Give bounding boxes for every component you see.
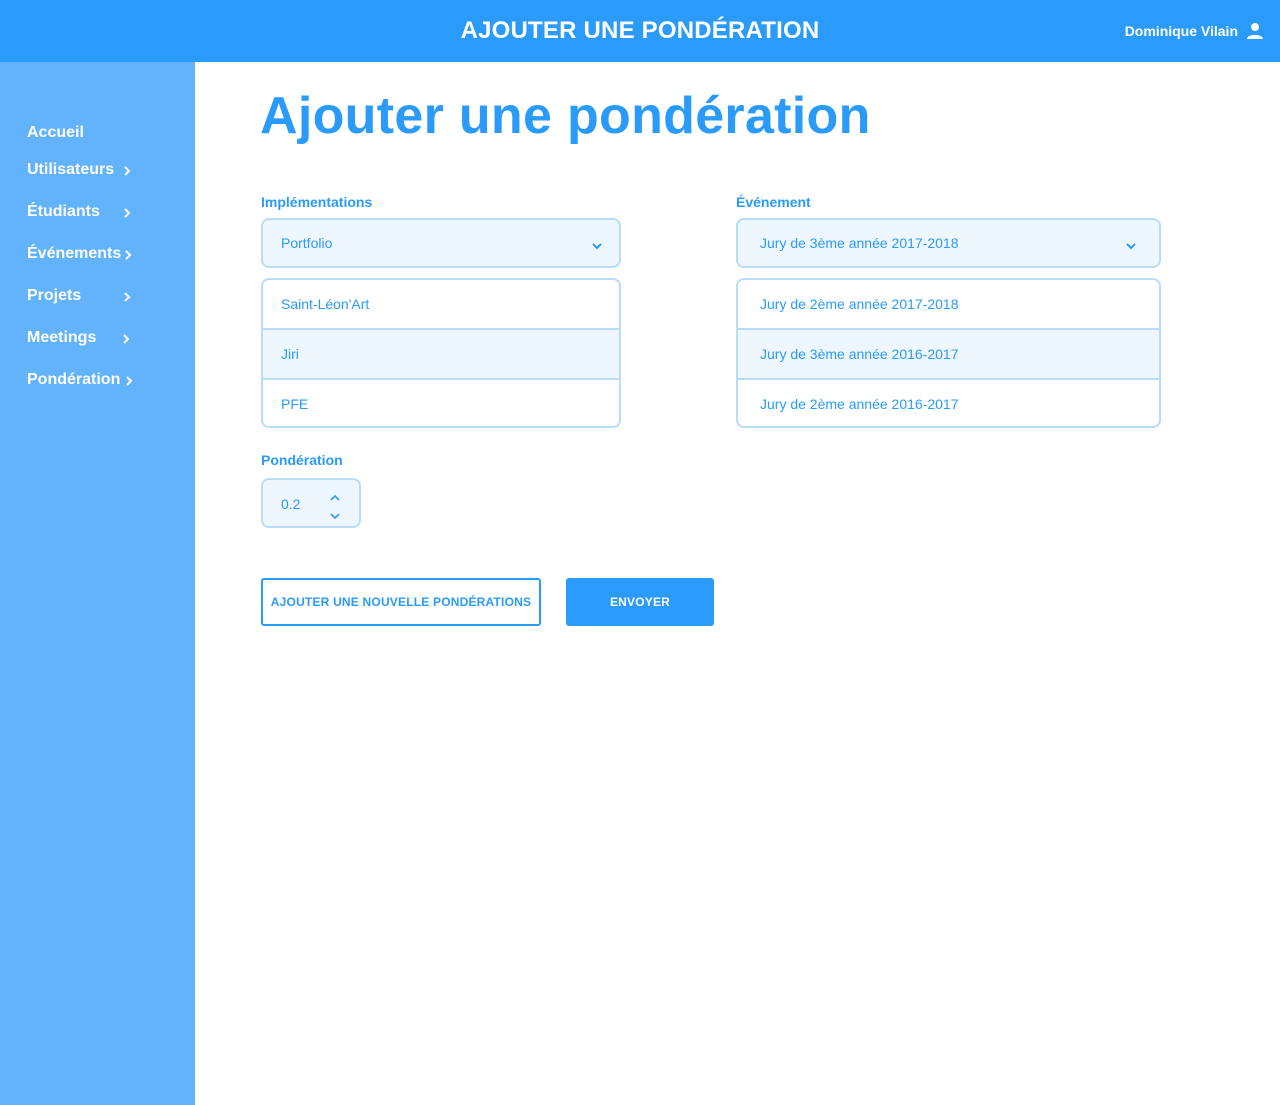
- evenement-option[interactable]: Jury de 3ème année 2016-2017: [738, 328, 1159, 378]
- sidebar-item-label: Projets: [27, 287, 82, 304]
- sidebar-item-label: Événements: [27, 245, 122, 262]
- chevron-right-icon: [122, 206, 132, 218]
- implementations-select[interactable]: Portfolio: [261, 218, 621, 268]
- top-bar: AJOUTER UNE PONDÉRATION Dominique Vilain: [0, 0, 1280, 62]
- submit-button[interactable]: ENVOYER: [566, 578, 714, 626]
- implementations-options-list: Saint-Léon'Art Jiri PFE: [261, 278, 621, 428]
- implementations-selected-value: Portfolio: [281, 235, 333, 251]
- implementations-option[interactable]: PFE: [263, 378, 619, 426]
- ponderation-value: 0.2: [281, 496, 301, 512]
- evenement-selected-value: Jury de 3ème année 2017-2018: [760, 235, 959, 251]
- evenement-options-list: Jury de 2ème année 2017-2018 Jury de 3èm…: [736, 278, 1161, 428]
- chevron-down-icon[interactable]: [329, 508, 341, 520]
- evenement-option[interactable]: Jury de 2ème année 2017-2018: [738, 280, 1159, 328]
- evenement-label: Événement: [736, 194, 811, 210]
- sidebar-item-label: Utilisateurs: [27, 161, 115, 178]
- app-title: AJOUTER UNE PONDÉRATION: [460, 17, 820, 44]
- add-new-ponderation-button[interactable]: AJOUTER UNE NOUVELLE PONDÉRATIONS: [261, 578, 541, 626]
- chevron-right-icon: [124, 374, 134, 386]
- chevron-right-icon: [121, 332, 131, 344]
- implementations-label: Implémentations: [261, 194, 373, 210]
- sidebar-item-label: Accueil: [27, 124, 84, 141]
- chevron-right-icon: [123, 248, 133, 260]
- sidebar-item-evenements[interactable]: Événements: [27, 245, 133, 263]
- sidebar-item-label: Meetings: [27, 329, 97, 346]
- sidebar-item-accueil[interactable]: Accueil: [27, 124, 84, 142]
- user-icon: [1246, 22, 1264, 40]
- user-name: Dominique Vilain: [1124, 23, 1238, 39]
- implementations-option[interactable]: Jiri: [263, 328, 619, 378]
- chevron-right-icon: [122, 290, 132, 302]
- evenement-select[interactable]: Jury de 3ème année 2017-2018: [736, 218, 1161, 268]
- evenement-option[interactable]: Jury de 2ème année 2016-2017: [738, 378, 1159, 426]
- sidebar-item-etudiants[interactable]: Étudiants: [27, 203, 132, 221]
- chevron-down-icon: [591, 238, 603, 250]
- chevron-up-icon[interactable]: [329, 490, 341, 501]
- sidebar-item-utilisateurs[interactable]: Utilisateurs: [27, 161, 132, 179]
- chevron-down-icon: [1125, 238, 1137, 250]
- ponderation-label: Pondération: [261, 452, 343, 468]
- sidebar-item-label: Pondération: [27, 371, 121, 388]
- implementations-option[interactable]: Saint-Léon'Art: [263, 280, 619, 328]
- sidebar-item-ponderation[interactable]: Pondération: [27, 371, 134, 389]
- sidebar-item-label: Étudiants: [27, 203, 100, 220]
- sidebar-item-meetings[interactable]: Meetings: [27, 329, 131, 347]
- page-title: Ajouter une pondération: [260, 87, 871, 145]
- user-menu[interactable]: Dominique Vilain: [1125, 22, 1264, 40]
- chevron-right-icon: [122, 164, 132, 176]
- ponderation-number-input[interactable]: 0.2: [261, 478, 361, 528]
- sidebar: Accueil Utilisateurs Étudiants Événement…: [0, 62, 195, 1105]
- sidebar-item-projets[interactable]: Projets: [27, 287, 132, 305]
